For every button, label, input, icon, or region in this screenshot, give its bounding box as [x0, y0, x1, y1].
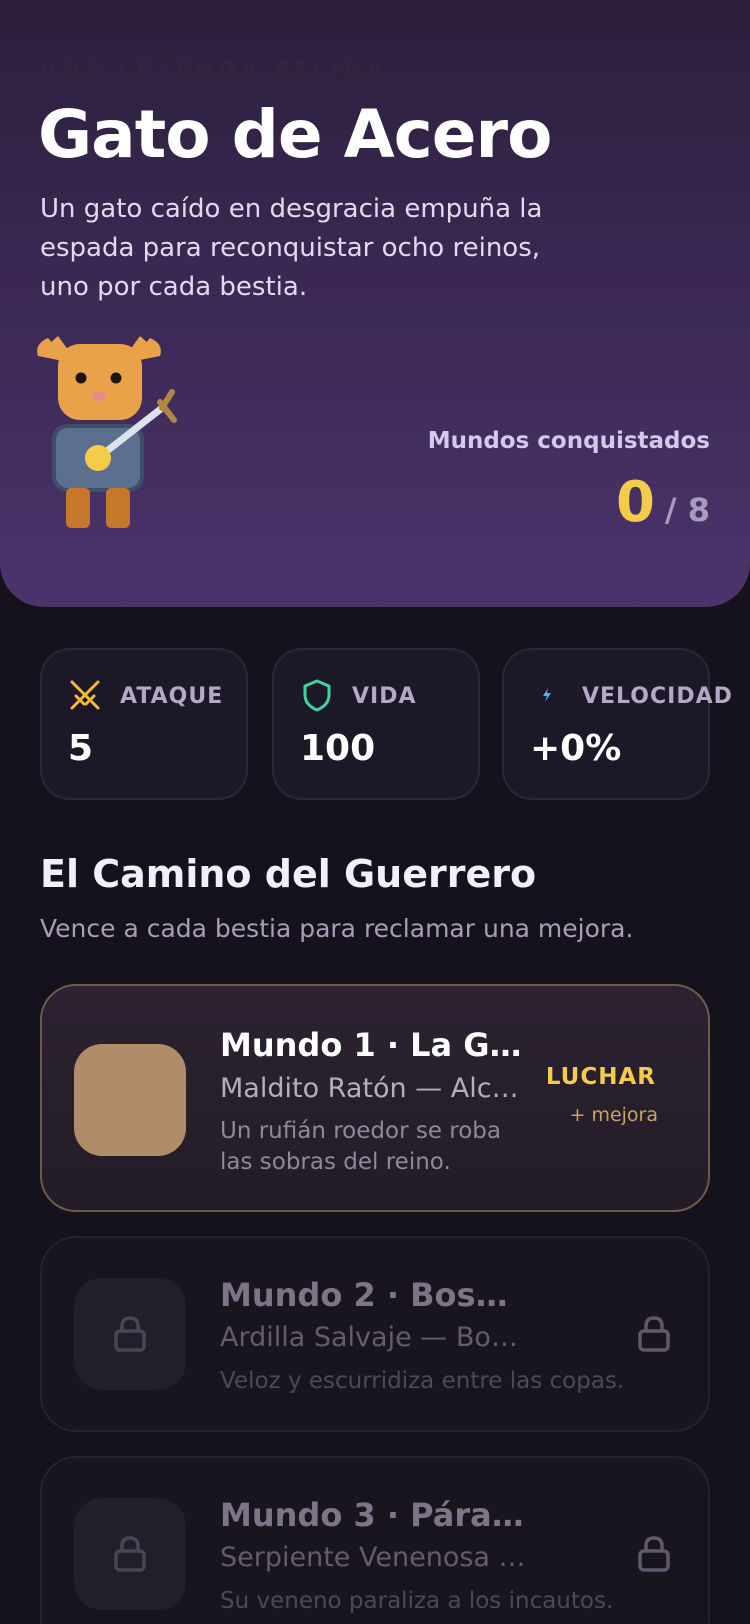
game-description: Un gato caído en desgracia empuña la esp…	[40, 194, 543, 302]
world-thumbnail	[74, 1278, 186, 1390]
world-thumbnail	[74, 1498, 186, 1610]
world-card-2: Mundo 2 · Bosque Alto Ardilla Salvaje — …	[40, 1236, 710, 1432]
stat-label: VIDA	[352, 684, 417, 709]
section-title: El Camino del Guerrero	[40, 852, 537, 896]
lock-icon	[114, 1316, 146, 1352]
fight-button[interactable]: LUCHAR	[546, 1064, 656, 1090]
lock-icon	[114, 1536, 146, 1572]
world-title: Mundo 1 · La Guarida	[220, 1026, 530, 1064]
game-title: Gato de Acero	[38, 96, 552, 173]
world-description: Un rufián roedor se roba las sobras del …	[220, 1118, 501, 1175]
world-title: Mundo 3 · Páramo Siseante	[220, 1496, 530, 1534]
world-card-1[interactable]: Mundo 1 · La Guarida Maldito Ratón — Alc…	[40, 984, 710, 1212]
stat-value: 5	[68, 728, 94, 769]
cat-warrior-illustration	[37, 336, 177, 528]
world-boss: Serpiente Venenosa — Pantano	[220, 1542, 530, 1573]
world-boss: Maldito Ratón — Alcantarillas	[220, 1073, 530, 1104]
world-thumbnail	[74, 1044, 186, 1156]
lightning-icon	[543, 688, 551, 702]
conquered-count: 0	[615, 470, 655, 535]
world-card-3: Mundo 3 · Páramo Siseante Serpiente Vene…	[40, 1456, 710, 1624]
crossed-swords-icon	[70, 680, 100, 710]
lock-icon	[638, 1536, 670, 1572]
hero-banner: UNA LEYENDA FELINA Gato de Acero Un gato…	[0, 0, 750, 607]
stat-card-attack: ATAQUE 5	[40, 648, 248, 800]
world-boss: Ardilla Salvaje — Bosque Frondoso	[220, 1322, 530, 1353]
stat-value: +0%	[530, 728, 622, 769]
conquered-total: / 8	[664, 491, 710, 529]
shield-icon	[303, 679, 331, 712]
stat-card-speed: VELOCIDAD +0%	[502, 648, 732, 800]
reward-label: + mejora	[569, 1104, 658, 1126]
section-subtitle: Vence a cada bestia para reclamar una me…	[40, 914, 634, 943]
stat-card-health: VIDA 100	[272, 648, 480, 800]
hero-eyebrow: UNA LEYENDA FELINA	[40, 58, 388, 82]
world-title: Mundo 2 · Bosque Alto	[220, 1276, 530, 1314]
stat-label: ATAQUE	[120, 684, 224, 709]
conquered-label: Mundos conquistados	[427, 428, 710, 454]
lock-icon	[638, 1316, 670, 1352]
stat-value: 100	[300, 728, 376, 769]
world-description: Su veneno paraliza a los incautos.	[220, 1588, 614, 1614]
conquered-counter: 0/ 8	[616, 470, 710, 535]
stat-label: VELOCIDAD	[582, 684, 733, 709]
world-description: Veloz y escurridiza entre las copas.	[220, 1368, 625, 1394]
